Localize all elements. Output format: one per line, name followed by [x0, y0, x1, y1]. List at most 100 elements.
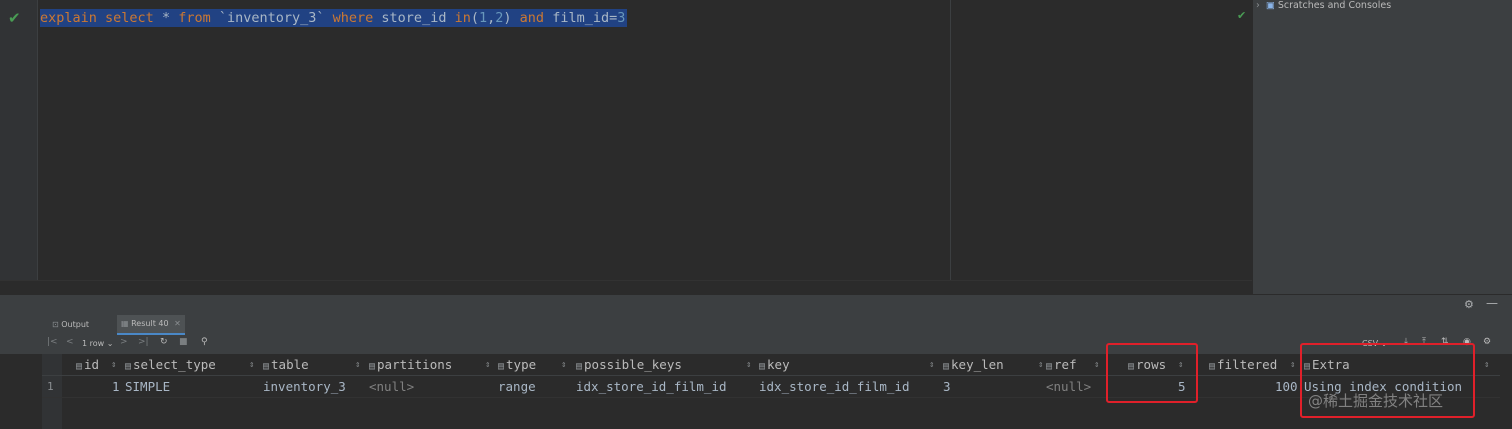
- scratches-icon: ▣: [1265, 0, 1275, 11]
- column-header-label: possible_keys: [584, 357, 682, 372]
- code-token: 3: [617, 10, 626, 26]
- next-page-icon[interactable]: >: [120, 337, 128, 347]
- gear-icon[interactable]: ⚙: [1464, 298, 1474, 311]
- column-icon: ▤: [1046, 361, 1053, 372]
- column-header-type[interactable]: ▤ type ⇕: [498, 355, 566, 375]
- watermark: @稀土掘金技术社区: [1308, 392, 1444, 410]
- row-number[interactable]: 1: [47, 377, 54, 397]
- code-token: store_id: [373, 10, 455, 26]
- row-divider: [42, 397, 1500, 398]
- cell-ref[interactable]: <null>: [1046, 377, 1091, 397]
- column-header-label: select_type: [133, 357, 216, 372]
- column-header-label: key: [767, 357, 790, 372]
- column-header-key[interactable]: ▤ key ⇕: [759, 355, 934, 375]
- column-header-label: type: [506, 357, 537, 372]
- code-token: where: [332, 10, 374, 26]
- column-icon: ▤: [263, 361, 270, 372]
- cell-key-len[interactable]: 3: [943, 377, 951, 397]
- inspection-ok-icon: ✔: [1237, 9, 1247, 22]
- scratches-label: Scratches and Consoles: [1277, 0, 1392, 11]
- cell-filtered[interactable]: 100: [1275, 377, 1298, 397]
- column-icon: ▤: [369, 361, 376, 372]
- expand-arrow-icon[interactable]: ›: [1256, 0, 1260, 11]
- code-token: from: [178, 10, 211, 26]
- cell-table[interactable]: inventory_3: [263, 377, 346, 397]
- cell-type[interactable]: range: [498, 377, 536, 397]
- code-token: select: [105, 10, 154, 26]
- cell-possible-keys[interactable]: idx_store_id_film_id: [576, 377, 727, 397]
- column-icon: ▤: [76, 361, 83, 372]
- cell-select-type[interactable]: SIMPLE: [125, 377, 170, 397]
- first-page-icon[interactable]: |<: [47, 337, 58, 347]
- rows-highlight-box: [1106, 343, 1198, 403]
- column-header-ref[interactable]: ▤ ref ⇕: [1046, 355, 1099, 375]
- column-icon: ▤: [498, 361, 505, 372]
- pin-icon[interactable]: ⚲: [201, 337, 208, 347]
- cell-partitions[interactable]: <null>: [369, 377, 414, 397]
- column-header-select-type[interactable]: ▤ select_type ⇕: [125, 355, 254, 375]
- code-token: (: [470, 10, 479, 26]
- sort-icon[interactable]: ⇕: [929, 355, 934, 375]
- panel-separator: [0, 294, 1512, 316]
- hide-panel-icon[interactable]: —: [1486, 296, 1498, 310]
- sort-icon[interactable]: ⇕: [1290, 355, 1295, 375]
- tab-result-label: Result 40: [131, 319, 169, 328]
- code-token: in: [454, 10, 471, 26]
- column-header-id[interactable]: ▤ id ⇕: [76, 355, 116, 375]
- column-header-filtered[interactable]: ▤ filtered ⇕: [1209, 355, 1295, 375]
- code-token: film_id=: [544, 10, 618, 26]
- sort-icon[interactable]: ⇕: [1484, 355, 1489, 375]
- column-header-label: filtered: [1217, 357, 1278, 372]
- sort-icon[interactable]: ⇕: [355, 355, 360, 375]
- sort-icon[interactable]: ⇕: [746, 355, 751, 375]
- column-icon: ▤: [576, 361, 583, 372]
- sort-icon[interactable]: ⇕: [249, 355, 254, 375]
- cell-key[interactable]: idx_store_id_film_id: [759, 377, 910, 397]
- cell-id[interactable]: 1: [112, 377, 120, 397]
- column-icon: ▤: [125, 361, 132, 372]
- rows-dropdown[interactable]: 1 row ⌄: [82, 339, 113, 348]
- column-header-label: id: [84, 357, 100, 372]
- header-divider: [42, 375, 1500, 376]
- editor-gutter: [0, 0, 38, 280]
- last-page-icon[interactable]: >|: [138, 337, 149, 347]
- result-toolbar: [0, 335, 1512, 355]
- scratches-node[interactable]: › ▣ Scratches and Consoles: [1256, 0, 1391, 12]
- sql-editor[interactable]: [0, 0, 1252, 294]
- stop-icon[interactable]: ■: [179, 337, 188, 347]
- prev-page-icon[interactable]: <: [66, 337, 74, 347]
- column-icon: ▤: [759, 361, 766, 372]
- column-header-table[interactable]: ▤ table ⇕: [263, 355, 360, 375]
- column-header-key-len[interactable]: ▤ key_len ⇕: [943, 355, 1043, 375]
- close-icon[interactable]: ✕: [174, 319, 181, 328]
- sort-icon[interactable]: ⇕: [1094, 355, 1099, 375]
- column-header-label: table: [271, 357, 309, 372]
- reload-icon[interactable]: ↻: [160, 337, 168, 347]
- column-header-possible-keys[interactable]: ▤ possible_keys ⇕: [576, 355, 751, 375]
- tab-output-label: Output: [61, 320, 90, 329]
- sort-icon[interactable]: ⇕: [1038, 355, 1043, 375]
- editor-divider: [950, 0, 951, 280]
- checkmark-icon: ✔: [8, 9, 21, 27]
- code-token: ): [503, 10, 520, 26]
- rows-dropdown-label: 1 row: [82, 339, 105, 348]
- column-header-label: key_len: [951, 357, 1004, 372]
- column-icon: ▤: [943, 361, 950, 372]
- code-token: and: [519, 10, 545, 26]
- output-icon: ⊡: [52, 320, 59, 329]
- sort-icon[interactable]: ⇕: [561, 355, 566, 375]
- column-header-partitions[interactable]: ▤ partitions ⇕: [369, 355, 490, 375]
- sort-icon[interactable]: ⇕: [111, 355, 116, 375]
- result-tabbar: [0, 315, 1512, 335]
- tab-output[interactable]: ⊡ Output: [52, 315, 89, 335]
- code-token: *: [153, 10, 179, 26]
- project-panel: [1252, 0, 1512, 294]
- column-header-label: partitions: [377, 357, 453, 372]
- editor-bottom: [0, 280, 1252, 295]
- sql-query-line[interactable]: explain select * from `inventory_3` wher…: [40, 9, 628, 27]
- sort-icon[interactable]: ⇕: [485, 355, 490, 375]
- settings-icon[interactable]: ⚙: [1483, 337, 1491, 347]
- tab-result[interactable]: ▦ Result 40 ✕: [117, 315, 185, 335]
- code-token: 1: [478, 10, 488, 26]
